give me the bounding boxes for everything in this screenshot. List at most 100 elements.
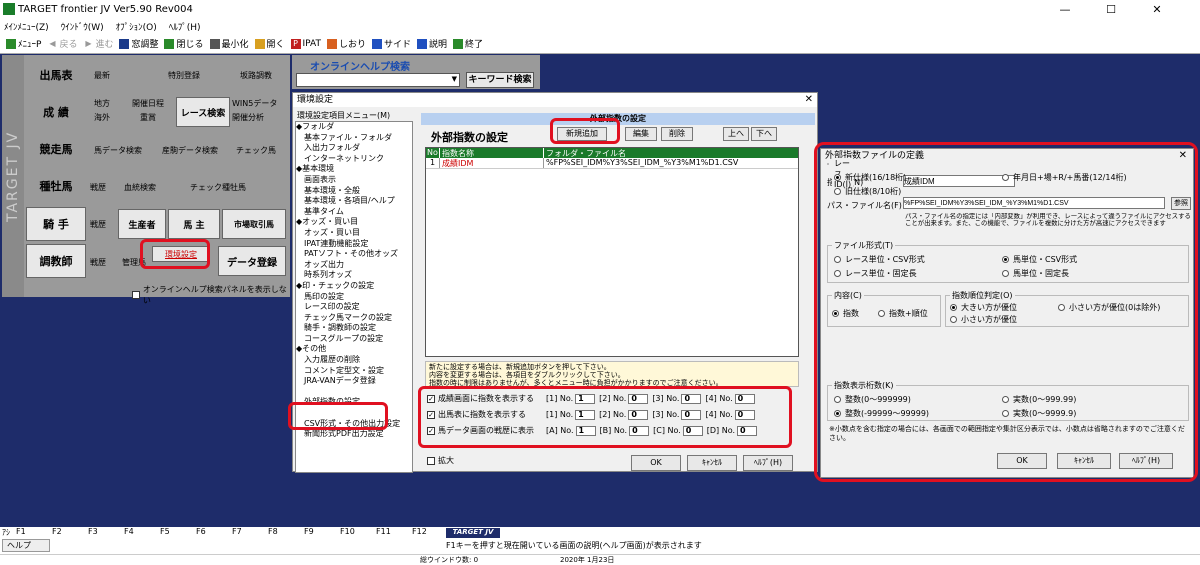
trainer-record-link[interactable]: 戦歴 bbox=[90, 257, 106, 268]
move-up-button[interactable]: 上へ bbox=[723, 127, 749, 141]
keyword-search-button[interactable]: キーワード検索 bbox=[466, 72, 534, 88]
tree-item[interactable]: ◆フォルダ bbox=[296, 122, 412, 133]
results-button[interactable]: 成 績 bbox=[26, 95, 86, 129]
tree-item[interactable]: 騎手・調教師の設定 bbox=[296, 323, 412, 334]
menu-option[interactable]: ｵﾌﾟｼｮﾝ(O) bbox=[116, 20, 157, 33]
close-button[interactable]: ✕ bbox=[1134, 0, 1180, 18]
latest-link[interactable]: 最新 bbox=[94, 70, 110, 81]
tree-item[interactable]: 基本環境・全般 bbox=[296, 186, 412, 197]
tree-item[interactable]: インターネットリンク bbox=[296, 154, 412, 165]
delete-button[interactable]: 削除 bbox=[661, 127, 693, 141]
sire-button[interactable]: 種牡馬 bbox=[26, 169, 86, 203]
tree-item[interactable]: IPAT連動機能設定 bbox=[296, 239, 412, 250]
overseas-link[interactable]: 海外 bbox=[94, 112, 110, 123]
entries-button[interactable]: 出馬表 bbox=[26, 58, 86, 92]
toolbar-window-adjust-button[interactable]: 窓調整 bbox=[119, 37, 158, 50]
tree-item[interactable]: 入力履歴の削除 bbox=[296, 355, 412, 366]
toolbar-ipat-button[interactable]: P IPAT bbox=[290, 38, 321, 49]
toolbar-minimize-button[interactable]: 最小化 bbox=[209, 37, 249, 50]
tree-item[interactable]: 基本ファイル・フォルダ bbox=[296, 133, 412, 144]
fkey-f11[interactable]: F11 bbox=[376, 527, 391, 536]
tree-item[interactable]: 入出力フォルダ bbox=[296, 143, 412, 154]
help-panel-checkbox-row[interactable]: オンラインヘルプ検索パネルを表示しない bbox=[132, 284, 290, 306]
menu-help[interactable]: ﾍﾙﾌﾟ(H) bbox=[169, 20, 201, 33]
maximize-button[interactable]: ☐ bbox=[1088, 0, 1134, 18]
slope-training-link[interactable]: 坂路調教 bbox=[240, 70, 272, 81]
tree-item[interactable]: レース印の設定 bbox=[296, 302, 412, 313]
tree-item[interactable]: 基準タイム bbox=[296, 207, 412, 218]
toolbar-explain-button[interactable]: 説明 bbox=[417, 37, 447, 50]
toolbar-forward-button[interactable]: ▶ 進む bbox=[83, 37, 113, 51]
market-horse-button[interactable]: 市場取引馬 bbox=[222, 209, 286, 239]
tree-item[interactable]: JRA-VANデータ登録 bbox=[296, 376, 412, 387]
local-link[interactable]: 地方 bbox=[94, 98, 110, 109]
expand-checkbox-row[interactable]: 拡大 bbox=[427, 455, 454, 466]
tree-item[interactable]: ◆オッズ・買い目 bbox=[296, 217, 412, 228]
close-icon[interactable]: ✕ bbox=[805, 94, 813, 105]
toolbar-close-button[interactable]: 閉じる bbox=[164, 37, 204, 50]
expand-checkbox[interactable] bbox=[427, 456, 435, 465]
schedule-link[interactable]: 開催日程 bbox=[132, 98, 164, 109]
toolbar-menu-button[interactable]: ﾒﾆｭｰP bbox=[6, 37, 41, 50]
tree-item[interactable] bbox=[296, 387, 412, 398]
menu-main[interactable]: ﾒｲﾝﾒﾆｭｰ(Z) bbox=[4, 20, 49, 33]
fkey-f5[interactable]: F5 bbox=[160, 527, 170, 536]
move-down-button[interactable]: 下へ bbox=[751, 127, 777, 141]
tree-item[interactable]: コメント定型文・設定 bbox=[296, 366, 412, 377]
jockey-button[interactable]: 騎 手 bbox=[26, 207, 86, 241]
tree-item[interactable]: 画面表示 bbox=[296, 175, 412, 186]
tree-item[interactable]: ◆その他 bbox=[296, 344, 412, 355]
data-registration-button[interactable]: データ登録 bbox=[218, 246, 286, 276]
cancel-button[interactable]: ｷｬﾝｾﾙ bbox=[687, 455, 737, 471]
tree-item[interactable]: ◆印・チェックの設定 bbox=[296, 281, 412, 292]
horse-button[interactable]: 競走馬 bbox=[26, 132, 86, 166]
check-horse-link[interactable]: チェック馬 bbox=[236, 145, 276, 156]
tree-item[interactable]: 馬印の設定 bbox=[296, 292, 412, 303]
tree-item[interactable]: ◆基本環境 bbox=[296, 164, 412, 175]
fkey-f4[interactable]: F4 bbox=[124, 527, 134, 536]
pedigree-search-link[interactable]: 血統検索 bbox=[124, 182, 156, 193]
toolbar-bookmark-button[interactable]: しおり bbox=[327, 37, 366, 50]
progeny-data-search-link[interactable]: 産駒データ検索 bbox=[162, 145, 218, 156]
ok-button[interactable]: OK bbox=[631, 455, 681, 471]
fkey-f10[interactable]: F10 bbox=[340, 527, 355, 536]
fkey-f2[interactable]: F2 bbox=[52, 527, 62, 536]
graded-race-link[interactable]: 重賞 bbox=[140, 112, 156, 123]
toolbar-open-button[interactable]: 開く bbox=[254, 37, 285, 50]
tree-item[interactable]: チェック馬マークの設定 bbox=[296, 313, 412, 324]
win5-data-link[interactable]: WIN5データ bbox=[232, 98, 277, 109]
sire-record-link[interactable]: 戦歴 bbox=[90, 182, 106, 193]
help-button[interactable]: ﾍﾙﾌﾟ(H) bbox=[743, 455, 793, 471]
fkey-f3[interactable]: F3 bbox=[88, 527, 98, 536]
help-fkey-button[interactable]: ヘルプ bbox=[2, 539, 50, 552]
trainer-button[interactable]: 調教師 bbox=[26, 244, 86, 278]
toolbar-back-button[interactable]: ◀ 戻る bbox=[47, 37, 77, 51]
minimize-button[interactable]: — bbox=[1042, 0, 1088, 18]
tree-item[interactable]: PATソフト・その他オッズ bbox=[296, 249, 412, 260]
horse-data-search-link[interactable]: 馬データ検索 bbox=[94, 145, 142, 156]
tree-item[interactable]: 基本環境・各項目/ヘルプ bbox=[296, 196, 412, 207]
fkey-f1[interactable]: F1 bbox=[16, 527, 26, 536]
edit-button[interactable]: 編集 bbox=[625, 127, 657, 141]
fkey-f9[interactable]: F9 bbox=[304, 527, 314, 536]
tree-item[interactable]: オッズ・買い目 bbox=[296, 228, 412, 239]
help-panel-checkbox[interactable] bbox=[132, 291, 140, 299]
fkey-f7[interactable]: F7 bbox=[232, 527, 242, 536]
tree-item[interactable]: オッズ出力 bbox=[296, 260, 412, 271]
meeting-analysis-link[interactable]: 開催分析 bbox=[232, 112, 264, 123]
fkey-f8[interactable]: F8 bbox=[268, 527, 278, 536]
fkey-f6[interactable]: F6 bbox=[196, 527, 206, 536]
help-keyword-select[interactable]: ▼ bbox=[296, 73, 460, 87]
owner-button[interactable]: 馬 主 bbox=[168, 209, 220, 239]
toolbar-side-button[interactable]: サイド bbox=[372, 37, 411, 50]
tree-item[interactable]: コースグループの設定 bbox=[296, 334, 412, 345]
jockey-record-link[interactable]: 戦歴 bbox=[90, 219, 106, 230]
fkey-f12[interactable]: F12 bbox=[412, 527, 427, 536]
table-row[interactable]: 1 成績IDM %FP%SEI_IDM%Y3%SEI_IDM_%Y3%M1%D1… bbox=[426, 158, 798, 169]
breeder-button[interactable]: 生産者 bbox=[118, 209, 166, 239]
tree-item[interactable]: 新聞形式PDF出力設定 bbox=[296, 429, 412, 440]
special-registration-link[interactable]: 特別登録 bbox=[168, 70, 200, 81]
tree-item[interactable]: 時系列オッズ bbox=[296, 270, 412, 281]
index-table[interactable]: No 指数名称 フォルダ・ファイル名 1 成績IDM %FP%SEI_IDM%Y… bbox=[425, 147, 799, 357]
check-sire-link[interactable]: チェック種牡馬 bbox=[190, 182, 246, 193]
